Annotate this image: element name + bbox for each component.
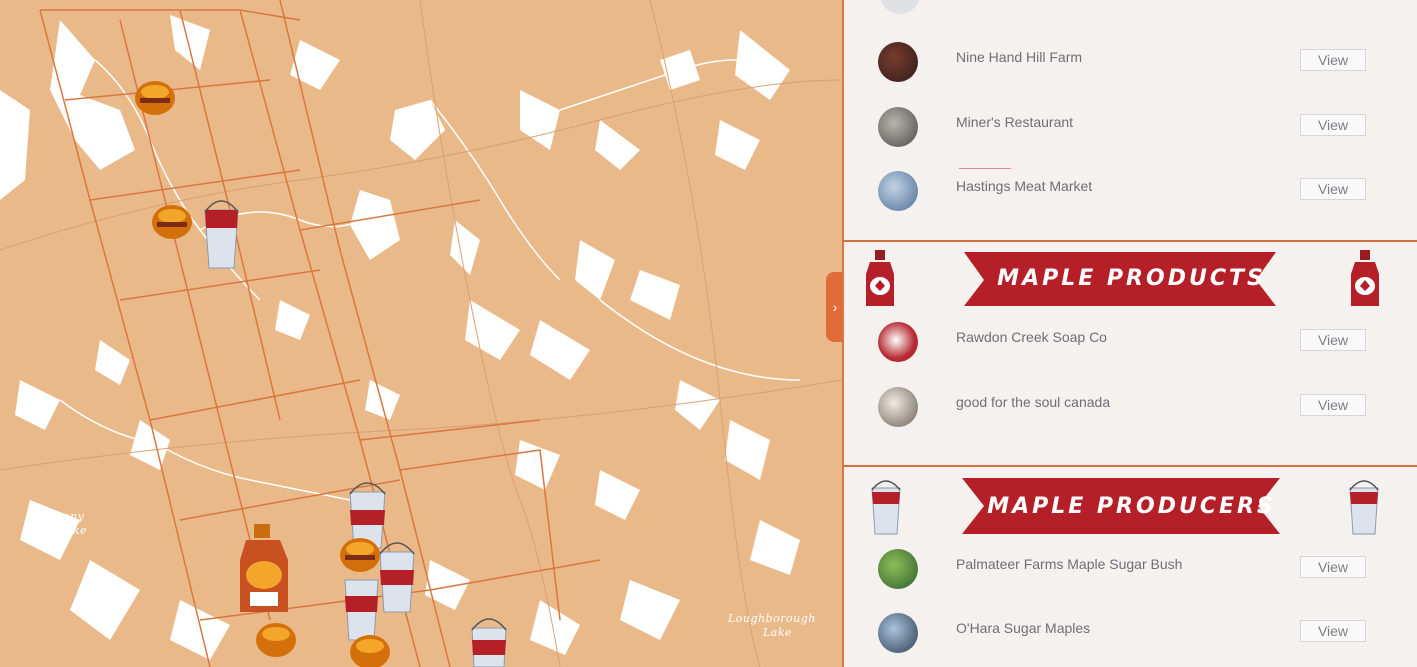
view-button[interactable]: View bbox=[1300, 114, 1366, 136]
list-item[interactable]: Palmateer Farms Maple Sugar Bush View bbox=[844, 539, 1417, 601]
sap-bucket-marker-icon[interactable] bbox=[471, 618, 507, 667]
syrup-bottle-marker-icon[interactable] bbox=[240, 524, 288, 612]
sap-bucket-marker-icon[interactable] bbox=[349, 482, 386, 549]
sap-bucket-marker-icon[interactable] bbox=[344, 579, 379, 641]
view-button[interactable]: View bbox=[1300, 329, 1366, 351]
map-label-stony: Stony bbox=[50, 510, 85, 523]
section-header-maple-products: MAPLE PRODUCTS bbox=[844, 244, 1417, 318]
map-label-lake: Lake bbox=[58, 524, 88, 537]
section-title: MAPLE PRODUCTS bbox=[997, 266, 1266, 291]
view-button[interactable]: View bbox=[1300, 620, 1366, 642]
sap-bucket-marker-icon[interactable] bbox=[379, 542, 415, 613]
list-item-name[interactable]: Nine Hand Hill Farm bbox=[956, 49, 1082, 65]
avatar bbox=[880, 0, 920, 14]
section-header-maple-producers: MAPLE PRODUCERS bbox=[844, 470, 1417, 544]
list-item-name[interactable]: Palmateer Farms Maple Sugar Bush bbox=[956, 556, 1182, 572]
chevron-right-icon: › bbox=[832, 299, 838, 315]
list-item-name[interactable]: Rawdon Creek Soap Co bbox=[956, 329, 1107, 345]
map-label-loughborough: Loughborough bbox=[728, 612, 816, 625]
view-button[interactable]: View bbox=[1300, 394, 1366, 416]
pancake-marker-icon[interactable] bbox=[256, 623, 296, 657]
list-item-name[interactable]: good for the soul canada bbox=[956, 394, 1110, 410]
pancake-marker-icon[interactable] bbox=[135, 81, 175, 115]
avatar bbox=[878, 171, 918, 211]
section-divider bbox=[844, 465, 1417, 467]
map-canvas[interactable] bbox=[0, 0, 842, 667]
avatar bbox=[878, 107, 918, 147]
pancake-marker-icon[interactable] bbox=[340, 538, 380, 572]
avatar bbox=[878, 387, 918, 427]
avatar bbox=[878, 42, 918, 82]
sap-bucket-marker-icon[interactable] bbox=[204, 200, 239, 269]
view-button[interactable]: View bbox=[1300, 49, 1366, 71]
list-item[interactable]: O'Hara Sugar Maples View bbox=[844, 603, 1417, 665]
list-item-name[interactable]: Hastings Meat Market bbox=[956, 178, 1092, 194]
list-item[interactable]: Nine Hand Hill Farm View bbox=[844, 32, 1417, 94]
section-title: MAPLE PRODUCERS bbox=[987, 494, 1276, 519]
avatar bbox=[878, 322, 918, 362]
avatar bbox=[878, 613, 918, 653]
list-item[interactable]: good for the soul canada View bbox=[844, 377, 1417, 439]
listing-panel[interactable]: Nine Hand Hill Farm View Miner's Restaur… bbox=[842, 0, 1417, 667]
list-item-name[interactable]: O'Hara Sugar Maples bbox=[956, 620, 1090, 636]
list-item-name[interactable]: Miner's Restaurant bbox=[956, 114, 1073, 130]
map[interactable]: Stony Lake Loughborough Lake bbox=[0, 0, 842, 667]
map-label-lake-2: Lake bbox=[763, 626, 793, 639]
section-divider bbox=[844, 240, 1417, 242]
view-button[interactable]: View bbox=[1300, 556, 1366, 578]
avatar bbox=[878, 549, 918, 589]
view-button[interactable]: View bbox=[1300, 178, 1366, 200]
list-item[interactable]: Miner's Restaurant View bbox=[844, 97, 1417, 159]
list-item[interactable]: Rawdon Creek Soap Co View bbox=[844, 312, 1417, 374]
list-item[interactable]: Hastings Meat Market View bbox=[844, 161, 1417, 223]
pancake-marker-icon[interactable] bbox=[152, 205, 192, 239]
